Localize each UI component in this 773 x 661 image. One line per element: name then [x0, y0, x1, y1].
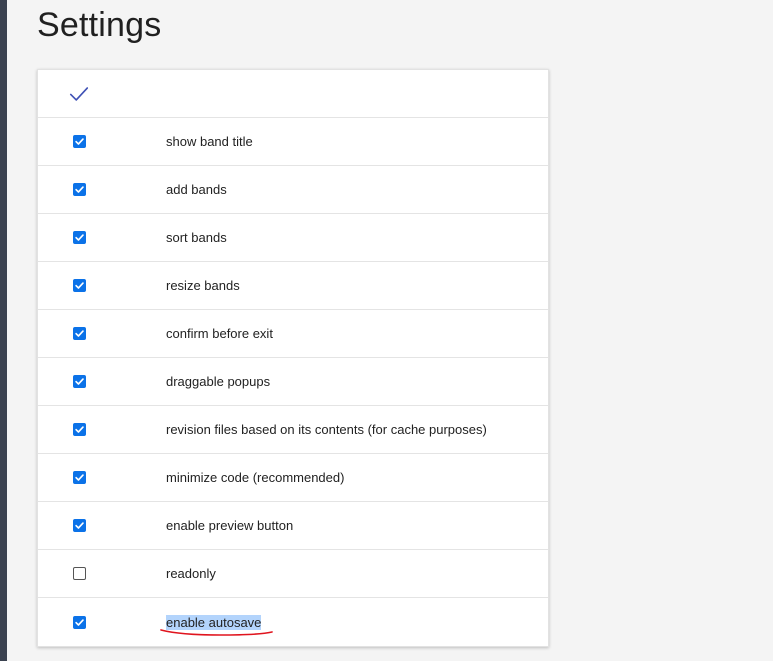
- setting-row-sort-bands: sort bands: [38, 214, 548, 262]
- header-check-cell: [38, 70, 120, 117]
- setting-row-add-bands: add bands: [38, 166, 548, 214]
- setting-row-draggable-popups: draggable popups: [38, 358, 548, 406]
- setting-label: add bands: [166, 182, 227, 197]
- checkmark-icon: [74, 474, 84, 481]
- enable-preview-button-checkbox[interactable]: [72, 519, 86, 532]
- setting-label: draggable popups: [166, 374, 271, 389]
- add-bands-checkbox[interactable]: [72, 183, 86, 196]
- setting-row-revision-files: revision files based on its contents (fo…: [38, 406, 548, 454]
- draggable-popups-checkbox[interactable]: [72, 375, 86, 388]
- checkmark-icon: [74, 618, 84, 626]
- setting-label: sort bands: [166, 230, 227, 245]
- settings-table: show band title add bands sort bands res…: [37, 69, 549, 647]
- confirm-before-exit-checkbox[interactable]: [72, 327, 86, 340]
- minimize-code-checkbox[interactable]: [72, 471, 86, 484]
- sort-bands-checkbox[interactable]: [72, 231, 86, 244]
- resize-bands-checkbox[interactable]: [72, 279, 86, 292]
- checkmark-icon: [74, 234, 84, 241]
- checkmark-icon: [74, 330, 84, 337]
- setting-label: enable preview button: [166, 518, 294, 533]
- enable-autosave-checkbox[interactable]: [72, 615, 86, 629]
- setting-row-show-band-title: show band title: [38, 118, 548, 166]
- setting-row-readonly: readonly: [38, 550, 548, 598]
- checkmark-icon: [74, 522, 84, 529]
- checkmark-icon: [74, 186, 84, 193]
- setting-row-minimize-code: minimize code (recommended): [38, 454, 548, 502]
- setting-row-resize-bands: resize bands: [38, 262, 548, 310]
- setting-label: show band title: [166, 134, 253, 149]
- page-title: Settings: [37, 6, 162, 44]
- readonly-checkbox[interactable]: [72, 567, 86, 580]
- table-header-row: [38, 70, 548, 118]
- checkmark-icon: [74, 138, 84, 145]
- setting-label: minimize code (recommended): [166, 470, 345, 485]
- red-underline-annotation: [160, 629, 273, 636]
- revision-files-checkbox[interactable]: [72, 423, 86, 436]
- checkmark-icon: [74, 426, 84, 433]
- left-sidebar-edge: [0, 0, 7, 661]
- checkmark-icon: [74, 282, 84, 289]
- checkmark-icon: [69, 86, 89, 101]
- show-band-title-checkbox[interactable]: [72, 135, 86, 148]
- checkmark-icon: [74, 378, 84, 385]
- setting-row-enable-autosave: enable autosave: [38, 598, 548, 646]
- setting-row-confirm-before-exit: confirm before exit: [38, 310, 548, 358]
- setting-row-enable-preview-button: enable preview button: [38, 502, 548, 550]
- setting-label: readonly: [166, 566, 216, 581]
- setting-label: resize bands: [166, 278, 240, 293]
- setting-label: revision files based on its contents (fo…: [166, 422, 487, 437]
- setting-label: confirm before exit: [166, 326, 273, 341]
